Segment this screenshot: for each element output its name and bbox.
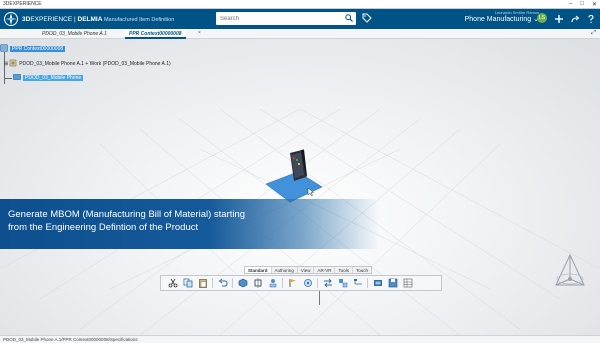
expand-icon[interactable]: ⤢	[591, 30, 596, 37]
avatar[interactable]: LS	[537, 13, 547, 23]
phone-model[interactable]	[260, 147, 340, 207]
info-banner: Generate MBOM (Manufacturing Bill of Mat…	[0, 199, 380, 249]
paste-icon[interactable]	[197, 278, 208, 289]
tree-node-root-label[interactable]: PPR Context00000008	[10, 46, 66, 52]
top-bar: 3DEXPERIENCE | DELMIA Manufactured Item …	[0, 9, 600, 29]
share-icon[interactable]	[569, 13, 580, 24]
view-icon[interactable]	[302, 278, 313, 289]
window-title: 3DEXPERIENCE	[3, 1, 42, 7]
tab-view[interactable]: View	[298, 267, 315, 273]
tree-node-mbom[interactable]: PDOD_03_Mobile Phone	[4, 73, 84, 83]
tab-mobile-phone[interactable]: PDOD_03_Mobile Phone A.1	[38, 29, 111, 39]
tree-view-icon[interactable]	[352, 278, 363, 289]
tab-ar-vr[interactable]: AR-VR	[314, 267, 336, 273]
copy-icon[interactable]	[182, 278, 193, 289]
banner-line-1: Generate MBOM (Manufacturing Bill of Mat…	[8, 209, 246, 220]
tree-node-mbom-label[interactable]: PDOD_03_Mobile Phone	[23, 75, 84, 81]
product-insert-icon[interactable]	[237, 278, 248, 289]
brand-title: 3DEXPERIENCE | DELMIA Manufactured Item …	[22, 15, 175, 23]
search-input[interactable]	[220, 15, 340, 22]
banner-line-2: from the Engineering Defintion of the Pr…	[8, 222, 199, 233]
search-icon[interactable]	[345, 14, 353, 24]
help-icon[interactable]	[585, 13, 596, 24]
assembly-icon[interactable]	[337, 278, 348, 289]
tab-ppr-context[interactable]: PPR Context00000008	[125, 29, 186, 39]
manufactured-item-icon	[13, 73, 21, 83]
view-compass-icon[interactable]	[548, 251, 592, 299]
axis-indicator	[319, 291, 320, 305]
app-name[interactable]: Phone Manufacturing ⌄	[464, 15, 539, 23]
swap-icon[interactable]	[322, 278, 333, 289]
tag-icon[interactable]	[362, 13, 372, 25]
window-titlebar: 3DEXPERIENCE – □ ✕	[0, 0, 600, 9]
structure-icon[interactable]	[267, 278, 278, 289]
action-bar	[160, 275, 442, 291]
save-icon[interactable]	[387, 278, 398, 289]
tab-tools[interactable]: Tools	[335, 267, 353, 273]
add-icon[interactable]	[553, 13, 564, 24]
undo-icon[interactable]	[217, 278, 228, 289]
action-bar-tabs: Standard Authoring View AR-VR Tools Touc…	[244, 266, 373, 274]
tab-touch[interactable]: Touch	[353, 267, 371, 273]
tree-node-product-label[interactable]: PDOD_03_Mobile Phone A.1 + Work (PDOD_03…	[19, 61, 171, 67]
search-box[interactable]	[216, 12, 356, 25]
close-icon[interactable]: ×	[198, 30, 201, 36]
status-bar: PDOD_03_Mobile Phone A.1/PPR Context0000…	[0, 335, 600, 343]
product-icon	[9, 59, 17, 69]
expand-icon[interactable]: ⊞	[4, 61, 8, 67]
maximize-button[interactable]: □	[580, 1, 584, 8]
close-button[interactable]: ✕	[592, 1, 597, 8]
minimize-button[interactable]: –	[569, 1, 572, 8]
cut-icon[interactable]	[167, 278, 178, 289]
document-tabs: PDOD_03_Mobile Phone A.1 PPR Context0000…	[0, 29, 600, 39]
ppr-context-icon	[0, 44, 8, 54]
fit-all-icon[interactable]	[252, 278, 263, 289]
flag-icon[interactable]	[287, 278, 298, 289]
app-switcher[interactable]: Leonardo Smithe Ramos Phone Manufacturin…	[464, 10, 539, 23]
window-controls: – □ ✕	[569, 1, 597, 8]
compass-icon[interactable]	[0, 9, 22, 29]
render-icon[interactable]	[372, 278, 383, 289]
tab-standard[interactable]: Standard	[245, 267, 272, 273]
tree-node-product[interactable]: ⊞ PDOD_03_Mobile Phone A.1 + Work (PDOD_…	[4, 59, 171, 69]
tree-node-root[interactable]: PPR Context00000008	[0, 44, 66, 54]
tab-authoring[interactable]: Authoring	[272, 267, 298, 273]
table-icon[interactable]	[402, 278, 413, 289]
